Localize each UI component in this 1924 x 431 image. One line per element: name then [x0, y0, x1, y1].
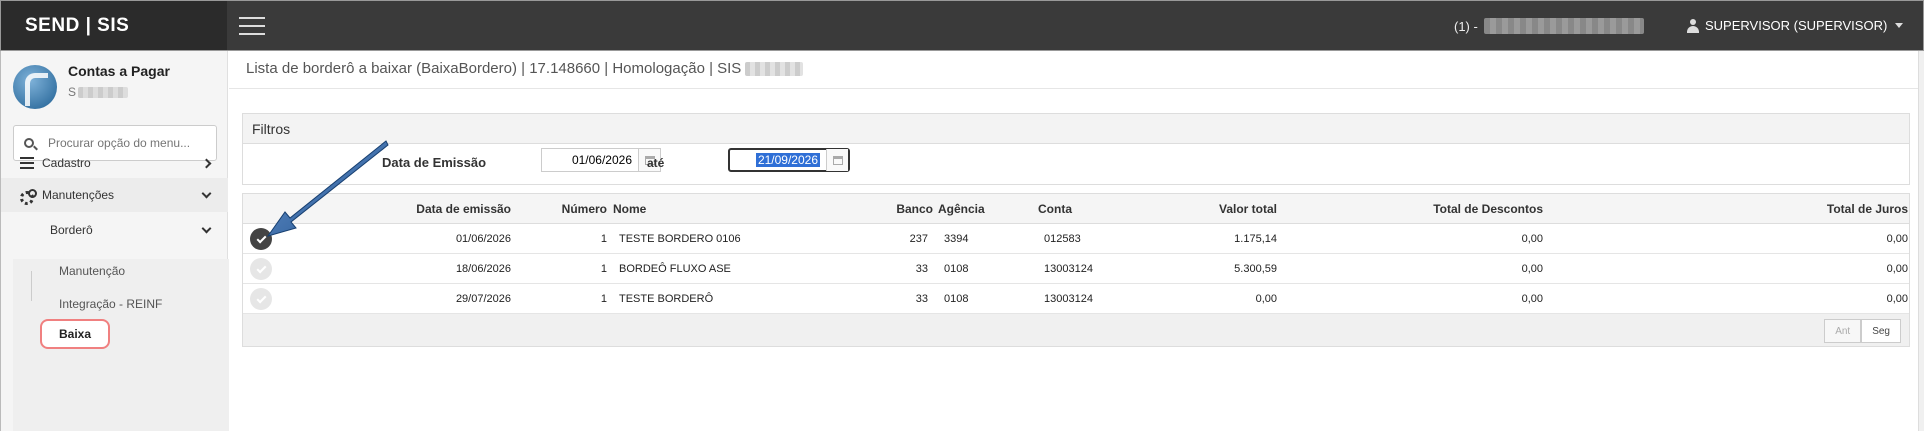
- gears-icon: [20, 189, 37, 205]
- row-select-check-icon[interactable]: [250, 288, 272, 310]
- cell-banco: 33: [915, 293, 928, 305]
- cell-banco: 237: [909, 233, 928, 245]
- sidebar-item-manutencoes[interactable]: Manutenções: [1, 178, 228, 212]
- column-header[interactable]: Banco: [843, 194, 933, 224]
- cell-agencia: 0108: [944, 263, 969, 275]
- cell-total-descontos: 0,00: [1521, 263, 1543, 275]
- date-to-field[interactable]: 21/09/2026: [728, 148, 850, 172]
- sidebar-item-label: Manutenções: [42, 188, 115, 202]
- table-row[interactable]: 01/06/2026 1 TESTE BORDERO 0106 237 3394…: [243, 224, 1909, 254]
- cell-conta: 13003124: [1044, 293, 1093, 305]
- brand-logo[interactable]: SEND | SIS: [1, 1, 227, 50]
- page-title-text: Lista de borderô a baixar (BaixaBordero)…: [246, 60, 742, 77]
- filters-panel: Filtros Data de Emissão até 21/09/2026: [242, 113, 1910, 185]
- row-select-check-icon[interactable]: [250, 258, 272, 280]
- chevron-right-icon: [201, 158, 212, 168]
- hamburger-menu-icon[interactable]: [239, 17, 265, 35]
- cell-data-emissao: 01/06/2026: [455, 233, 511, 245]
- pagination: Ant Seg: [1824, 319, 1901, 343]
- column-header[interactable]: Conta: [1038, 194, 1118, 224]
- sidebar: Contas a Pagar S Cadastro Manutenções Bo…: [0, 51, 229, 431]
- cell-agencia: 0108: [944, 293, 969, 305]
- chevron-down-icon: [201, 223, 212, 233]
- date-separator: até: [647, 156, 665, 170]
- date-to-selected-text: 21/09/2026: [755, 153, 820, 167]
- cell-banco: 33: [915, 263, 928, 275]
- cell-valor-total: 1.175,14: [1234, 233, 1277, 245]
- environment-prefix: (1) -: [1454, 18, 1478, 34]
- cell-nome: BORDEÔ FLUXO ASE: [619, 263, 731, 275]
- column-header[interactable]: Total de Juros: [1563, 194, 1908, 224]
- environment-indicator: (1) -: [1454, 18, 1644, 34]
- sidebar-item-baixa[interactable]: Baixa: [40, 319, 110, 349]
- redacted-title: [745, 61, 804, 76]
- user-icon: [1687, 18, 1699, 33]
- sidebar-item-integracao-reinf[interactable]: Integração - REINF: [1, 289, 228, 319]
- date-from-input[interactable]: [542, 149, 638, 171]
- prev-page-button[interactable]: Ant: [1824, 319, 1862, 343]
- date-emission-label: Data de Emissão: [382, 155, 487, 170]
- next-page-button[interactable]: Seg: [1861, 319, 1901, 343]
- caret-down-icon: [1895, 23, 1904, 28]
- cell-agencia: 3394: [944, 233, 969, 245]
- sidebar-item-bordero[interactable]: Borderô: [13, 213, 228, 247]
- table-header: Data de emissão Número Nome Banco Agênci…: [243, 194, 1909, 224]
- cell-total-descontos: 0,00: [1521, 233, 1543, 245]
- page-title: Lista de borderô a baixar (BaixaBordero)…: [246, 60, 804, 77]
- date-to-input[interactable]: 21/09/2026: [730, 153, 826, 167]
- cell-total-descontos: 0,00: [1521, 293, 1543, 305]
- redacted-subtitle: [78, 86, 129, 98]
- filters-title: Filtros: [243, 114, 1909, 144]
- chevron-down-icon: [201, 188, 212, 198]
- cell-data-emissao: 18/06/2026: [455, 263, 511, 275]
- sidebar-item-label: Borderô: [50, 223, 93, 237]
- sidebar-item-label: Integração - REINF: [59, 297, 163, 311]
- scrollbar[interactable]: [1918, 51, 1924, 431]
- module-subtitle-text: S: [68, 85, 77, 99]
- cell-total-juros: 0,00: [1886, 293, 1908, 305]
- column-header[interactable]: Número: [511, 194, 607, 224]
- date-from-field[interactable]: [541, 148, 661, 172]
- sidebar-item-label: Manutenção: [59, 264, 126, 278]
- cell-valor-total: 5.300,59: [1234, 263, 1277, 275]
- user-name: SUPERVISOR (SUPERVISOR): [1705, 18, 1888, 33]
- cell-valor-total: 0,00: [1255, 293, 1277, 305]
- column-header[interactable]: Agência: [938, 194, 1018, 224]
- calendar-icon[interactable]: [826, 149, 848, 171]
- cell-data-emissao: 29/07/2026: [455, 293, 511, 305]
- sidebar-item-label: Cadastro: [42, 156, 91, 170]
- sidebar-item-cadastro[interactable]: Cadastro: [1, 146, 228, 180]
- list-icon: [20, 157, 34, 169]
- cell-conta: 012583: [1044, 233, 1081, 245]
- cell-nome: TESTE BORDERO 0106: [619, 233, 741, 245]
- column-header[interactable]: Nome: [613, 194, 813, 224]
- module-subtitle: S: [68, 85, 129, 99]
- top-bar: SEND | SIS (1) - SUPERVISOR (SUPERVISOR): [0, 0, 1924, 51]
- bordero-table: Data de emissão Número Nome Banco Agênci…: [242, 193, 1910, 347]
- cell-numero: 1: [600, 263, 607, 275]
- row-select-check-icon[interactable]: [250, 228, 272, 250]
- cell-numero: 1: [600, 233, 607, 245]
- module-logo-icon: [13, 65, 57, 109]
- sidebar-item-manutencao[interactable]: Manutenção: [1, 256, 228, 286]
- cell-numero: 1: [600, 293, 607, 305]
- user-menu[interactable]: SUPERVISOR (SUPERVISOR): [1687, 18, 1904, 33]
- column-header[interactable]: Valor total: [1143, 194, 1277, 224]
- cell-total-juros: 0,00: [1886, 263, 1908, 275]
- table-row[interactable]: 29/07/2026 1 TESTE BORDERÔ 33 0108 13003…: [243, 284, 1909, 314]
- cell-total-juros: 0,00: [1886, 233, 1908, 245]
- divider: [229, 88, 1924, 89]
- main-content: Lista de borderô a baixar (BaixaBordero)…: [229, 51, 1924, 431]
- cell-conta: 13003124: [1044, 263, 1093, 275]
- table-row[interactable]: 18/06/2026 1 BORDEÔ FLUXO ASE 33 0108 13…: [243, 254, 1909, 284]
- table-footer: Ant Seg: [243, 314, 1909, 346]
- column-header[interactable]: Data de emissão: [363, 194, 511, 224]
- column-header[interactable]: Total de Descontos: [1323, 194, 1543, 224]
- cell-nome: TESTE BORDERÔ: [619, 293, 714, 305]
- module-title: Contas a Pagar: [68, 63, 170, 79]
- redacted-environment: [1483, 18, 1644, 34]
